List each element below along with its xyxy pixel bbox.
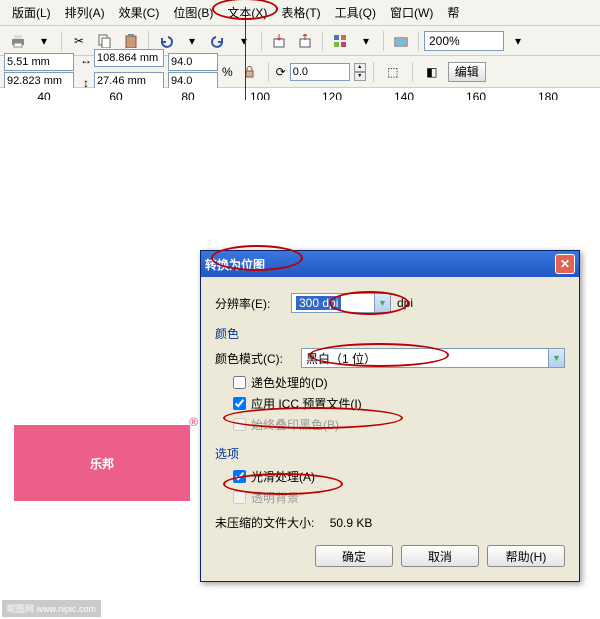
width-field[interactable] bbox=[94, 49, 164, 67]
menu-table[interactable]: 表格(T) bbox=[275, 2, 326, 23]
icc-profile-checkbox[interactable]: 应用 ICC 预置文件(I) bbox=[233, 395, 565, 412]
group-color-label: 颜色 bbox=[215, 319, 239, 342]
property-bar: ↔ ↕ % ⟳ ▴▾ ⬚ ◧ 编辑 bbox=[0, 56, 600, 88]
separator bbox=[322, 31, 323, 51]
zoom-combo[interactable] bbox=[424, 31, 504, 51]
overprint-black-checkbox: 始终叠印黑色(B) bbox=[233, 416, 565, 433]
color-mode-combo[interactable]: 黑白（1 位）▼ bbox=[301, 348, 565, 368]
chevron-down-icon[interactable]: ▼ bbox=[374, 294, 390, 312]
separator bbox=[261, 31, 262, 51]
redo-button[interactable] bbox=[206, 30, 230, 52]
rotate-icon: ⟳ bbox=[276, 65, 286, 79]
print-dropdown[interactable]: ▾ bbox=[32, 30, 56, 52]
chevron-down-icon[interactable]: ▼ bbox=[548, 349, 564, 367]
close-button[interactable]: ✕ bbox=[555, 254, 575, 274]
export-button[interactable] bbox=[293, 30, 317, 52]
registered-mark: ® bbox=[189, 415, 198, 429]
angle-field[interactable] bbox=[290, 63, 350, 81]
resolution-combo[interactable]: 300 dpi▼ bbox=[291, 293, 391, 313]
antialias-checkbox[interactable]: 光滑处理(A) bbox=[233, 468, 565, 485]
x-field[interactable] bbox=[4, 53, 74, 71]
menu-help[interactable]: 帮 bbox=[441, 2, 465, 23]
app-dropdown[interactable]: ▾ bbox=[354, 30, 378, 52]
transparent-bg-checkbox: 透明背景 bbox=[233, 489, 565, 506]
selected-bitmap-object[interactable]: 乐邦 ® bbox=[14, 425, 190, 501]
separator bbox=[148, 31, 149, 51]
redo-dropdown[interactable]: ▾ bbox=[232, 30, 256, 52]
undo-dropdown[interactable]: ▾ bbox=[180, 30, 204, 52]
menu-layout[interactable]: 版面(L) bbox=[6, 2, 57, 23]
scale-x-field[interactable] bbox=[168, 53, 218, 71]
menu-bar: 版面(L) 排列(A) 效果(C) 位图(B) 文本(X) 表格(T) 工具(Q… bbox=[0, 0, 600, 26]
lock-ratio-button[interactable] bbox=[237, 61, 261, 83]
separator bbox=[383, 31, 384, 51]
filesize-label: 未压缩的文件大小: bbox=[215, 514, 314, 531]
resolution-label: 分辨率(E): bbox=[215, 295, 285, 312]
print-button[interactable] bbox=[6, 30, 30, 52]
import-button[interactable] bbox=[267, 30, 291, 52]
mirror-h-button[interactable]: ⬚ bbox=[381, 61, 405, 83]
dialog-title: 转换为位图 bbox=[205, 256, 265, 273]
color-mode-label: 颜色模式(C): bbox=[215, 350, 295, 367]
convert-to-bitmap-dialog: 转换为位图 ✕ 分辨率(E): 300 dpi▼ dpi 颜色 颜色模式(C):… bbox=[200, 250, 580, 582]
dpi-unit-label: dpi bbox=[397, 296, 413, 310]
menu-tools[interactable]: 工具(Q) bbox=[329, 2, 382, 23]
edit-bitmap-button[interactable]: 编辑 bbox=[448, 62, 486, 82]
help-button[interactable]: 帮助(H) bbox=[487, 545, 565, 567]
filesize-value: 50.9 KB bbox=[330, 516, 373, 530]
separator bbox=[61, 31, 62, 51]
separator bbox=[373, 62, 374, 82]
menu-text[interactable]: 文本(X) bbox=[221, 2, 273, 23]
logo-text: 乐邦 bbox=[90, 455, 114, 472]
width-icon: ↔ bbox=[78, 49, 94, 71]
dither-checkbox[interactable]: 递色处理的(D) bbox=[233, 374, 565, 391]
separator bbox=[418, 31, 419, 51]
angle-spinner[interactable]: ▴▾ bbox=[354, 63, 366, 81]
welcome-button[interactable] bbox=[389, 30, 413, 52]
menu-arrange[interactable]: 排列(A) bbox=[59, 2, 111, 23]
separator bbox=[412, 62, 413, 82]
menu-window[interactable]: 窗口(W) bbox=[384, 2, 439, 23]
menu-effects[interactable]: 效果(C) bbox=[113, 2, 166, 23]
group-options-label: 选项 bbox=[215, 439, 239, 462]
menu-bitmap[interactable]: 位图(B) bbox=[167, 2, 219, 23]
bitmap-tool-button[interactable]: ◧ bbox=[420, 61, 444, 83]
cancel-button[interactable]: 取消 bbox=[401, 545, 479, 567]
ok-button[interactable]: 确定 bbox=[315, 545, 393, 567]
app-launcher-button[interactable] bbox=[328, 30, 352, 52]
separator bbox=[268, 62, 269, 82]
zoom-dropdown[interactable]: ▾ bbox=[506, 30, 530, 52]
dialog-titlebar[interactable]: 转换为位图 ✕ bbox=[201, 251, 579, 277]
watermark: 昵图网 www.nipic.com bbox=[2, 600, 101, 617]
percent-label: % bbox=[222, 65, 233, 79]
